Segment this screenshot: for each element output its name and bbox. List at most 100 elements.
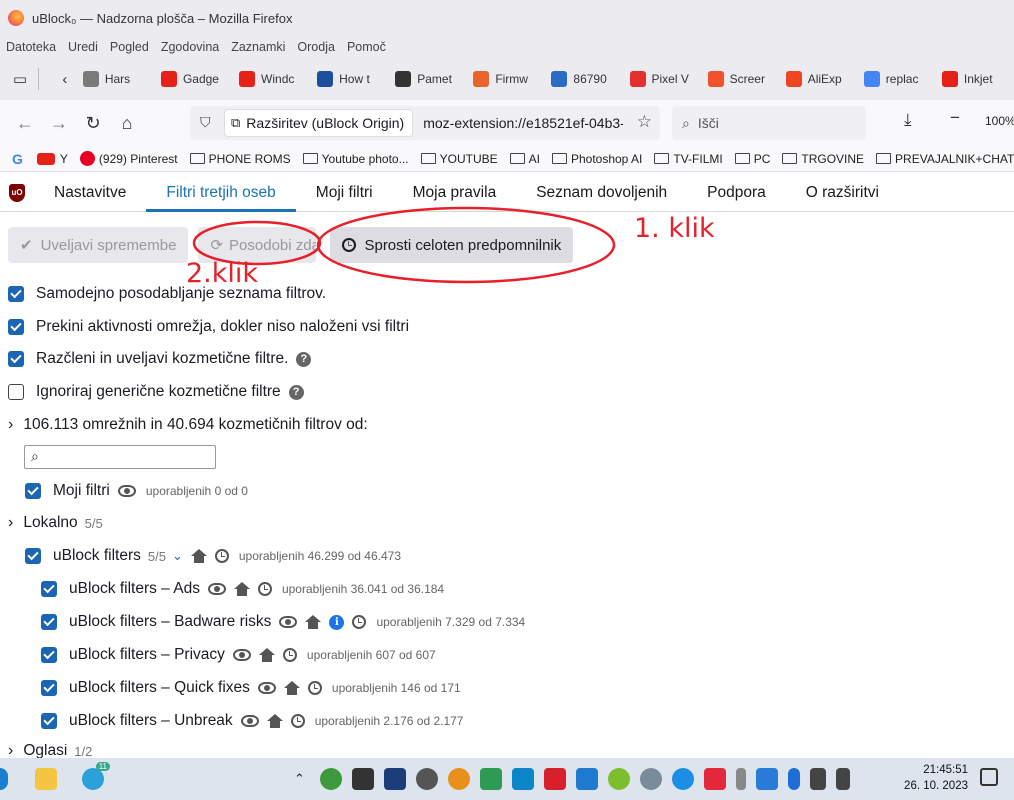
url-text[interactable]: moz-extension://e18521ef-04b3- <box>423 115 623 131</box>
chevron-right-icon[interactable]: › <box>8 744 13 758</box>
menu-tools[interactable]: Orodja <box>297 40 335 54</box>
wifi-icon[interactable] <box>809 768 826 790</box>
checkbox[interactable] <box>41 581 57 597</box>
checkbox[interactable] <box>8 319 24 335</box>
eye-icon[interactable] <box>240 715 259 727</box>
checkbox[interactable] <box>8 351 24 367</box>
tab-list-icon[interactable]: ▭ <box>8 67 32 91</box>
chevron-right-icon[interactable]: › <box>8 416 13 434</box>
checkbox[interactable] <box>25 548 41 564</box>
search-bar[interactable]: ⌕ Išči <box>672 106 866 140</box>
zoom-level[interactable]: 100% <box>985 114 1014 128</box>
checkbox[interactable] <box>41 680 57 696</box>
eye-icon[interactable] <box>232 649 251 661</box>
eye-icon[interactable] <box>257 682 276 694</box>
url-bar[interactable]: ⛉ ⧉ Razširitev (uBlock Origin) moz-exten… <box>190 106 660 140</box>
volume-icon[interactable] <box>835 768 850 790</box>
widget-icon[interactable] <box>0 768 8 790</box>
group-ads[interactable]: › Oglasi 1/2 <box>8 744 92 758</box>
help-icon[interactable]: ? <box>288 384 304 400</box>
menu-bookmarks[interactable]: Zaznamki <box>231 40 285 54</box>
system-clock[interactable]: 21:45:51 26. 10. 2023 <box>904 762 968 794</box>
bookmark-item[interactable]: TV-FILMI <box>654 152 723 166</box>
checkbox[interactable] <box>41 614 57 630</box>
bookmark-item[interactable]: PHONE ROMS <box>189 152 291 166</box>
menu-file[interactable]: Datoteka <box>6 40 56 54</box>
option-ignore-generic[interactable]: Ignoriraj generične kozmetične filtre ? <box>8 383 304 401</box>
bluetooth-icon[interactable] <box>787 768 800 790</box>
extension-identity-badge[interactable]: ⧉ Razširitev (uBlock Origin) <box>224 109 414 137</box>
clock-icon[interactable] <box>352 615 367 629</box>
browser-tab[interactable]: How t <box>311 64 387 94</box>
option-cosmetic-filters[interactable]: Razčleni in uveljavi kozmetične filtre. … <box>8 350 312 368</box>
checkbox[interactable] <box>41 713 57 729</box>
back-icon[interactable]: ← <box>8 106 42 140</box>
shield-app-icon[interactable] <box>607 768 630 790</box>
eye-icon[interactable] <box>279 616 298 628</box>
shield-icon[interactable]: ⛉ <box>200 114 211 131</box>
bookmark-item[interactable]: Y <box>36 152 68 166</box>
search-app-icon[interactable] <box>447 768 470 790</box>
clock-icon[interactable] <box>307 681 322 695</box>
browser-tab[interactable]: Windc <box>233 64 309 94</box>
home-icon[interactable] <box>190 549 207 563</box>
browser-tab[interactable]: AliExp <box>780 64 856 94</box>
menu-history[interactable]: Zgodovina <box>161 40 219 54</box>
clock-icon[interactable] <box>214 549 229 563</box>
home-icon[interactable] <box>305 615 322 629</box>
bookmark-item[interactable]: Youtube photo... <box>302 152 409 166</box>
bookmark-item[interactable]: (929) Pinterest <box>79 151 178 166</box>
reload-icon[interactable]: ↻ <box>76 106 110 140</box>
puzzle-app-icon[interactable] <box>479 768 502 790</box>
home-icon[interactable]: ⌂ <box>110 106 144 140</box>
zoom-out-icon[interactable]: − <box>950 108 960 128</box>
browser-tab[interactable]: Firmw <box>467 64 543 94</box>
bookmark-item[interactable]: AI <box>509 152 540 166</box>
dt-app-icon[interactable] <box>383 768 406 790</box>
filter-search-input[interactable]: ⌕ <box>24 445 216 469</box>
network-icon[interactable] <box>575 768 598 790</box>
browser-tab[interactable]: replac <box>858 64 934 94</box>
bookmark-item[interactable]: Photoshop AI <box>551 152 642 166</box>
option-suspend-network[interactable]: Prekini aktivnosti omrežja, dokler niso … <box>8 318 409 336</box>
usb-icon[interactable] <box>735 768 746 790</box>
menu-view[interactable]: Pogled <box>110 40 149 54</box>
utorrent-icon[interactable] <box>319 768 342 790</box>
option-auto-update[interactable]: Samodejno posodabljanje seznama filtrov. <box>8 285 326 303</box>
checkbox[interactable] <box>25 483 41 499</box>
telegram-icon[interactable]: 11 <box>82 762 110 790</box>
browser-tab[interactable]: Inkjet <box>936 64 1012 94</box>
bookmark-star-icon[interactable]: ☆ <box>637 112 652 132</box>
checkbox[interactable] <box>8 384 24 400</box>
eye-icon[interactable] <box>207 583 226 595</box>
filter-list-item[interactable]: uBlock filters – Unbreak uporabljenih 2.1… <box>41 712 463 730</box>
checkbox[interactable] <box>8 286 24 302</box>
grid-app-icon[interactable] <box>351 768 374 790</box>
chevron-right-icon[interactable]: › <box>8 514 13 532</box>
filter-summary[interactable]: › 106.113 omrežnih in 40.694 kozmetičnih… <box>8 416 368 434</box>
bookmark-item[interactable]: PREVAJALNIK+CHAT <box>876 152 1014 166</box>
bookmark-item[interactable]: G <box>12 151 25 167</box>
list-my-filters[interactable]: Moji filtri uporabljenih 0 od 0 <box>25 482 248 500</box>
bookmark-item[interactable]: TRGOVINE <box>782 152 864 166</box>
tray-overflow-icon[interactable]: ⌃ <box>294 771 305 787</box>
group-ublock-filters[interactable]: uBlock filters 5/5 ⌄ uporabljenih 46.299… <box>25 547 401 565</box>
home-icon[interactable] <box>258 648 275 662</box>
file-explorer-icon[interactable] <box>35 768 57 790</box>
filter-list-item[interactable]: uBlock filters – Badware risks i uporablje… <box>41 613 525 631</box>
scroll-tabs-left-icon[interactable]: ‹ <box>53 67 77 91</box>
sync-icon[interactable] <box>671 768 694 790</box>
amd-icon[interactable] <box>543 768 566 790</box>
info-icon[interactable]: i <box>329 614 345 630</box>
filter-list-item[interactable]: uBlock filters – Ads uporabljenih 36.041 … <box>41 580 444 598</box>
download-icon[interactable]: ⤓ <box>904 110 912 130</box>
clock-icon[interactable] <box>290 714 305 728</box>
vpn-icon[interactable] <box>639 768 662 790</box>
browser-tab[interactable]: Gadge <box>155 64 231 94</box>
browser-tab[interactable]: Hars <box>77 64 153 94</box>
home-icon[interactable] <box>266 714 283 728</box>
eye-icon[interactable] <box>117 485 136 497</box>
chevron-down-icon[interactable]: ⌄ <box>172 548 183 564</box>
checkbox[interactable] <box>41 647 57 663</box>
clock-icon[interactable] <box>282 648 297 662</box>
